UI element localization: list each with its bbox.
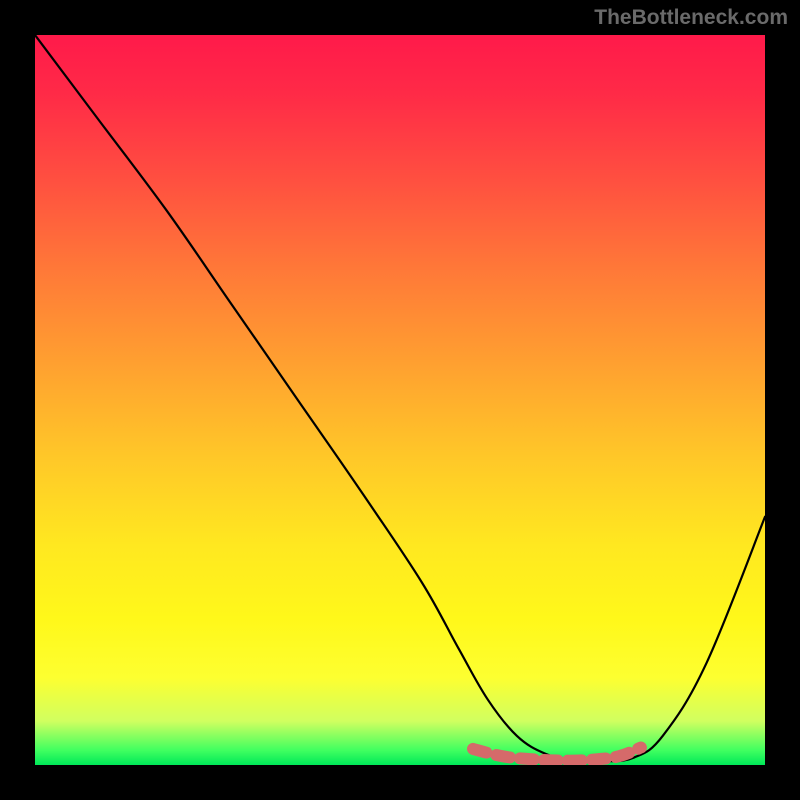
chart-plot-area <box>35 35 765 765</box>
watermark-text: TheBottleneck.com <box>594 6 788 30</box>
highlight-segment-path <box>473 748 641 761</box>
bottleneck-curve-path <box>35 35 765 762</box>
chart-svg <box>35 35 765 765</box>
